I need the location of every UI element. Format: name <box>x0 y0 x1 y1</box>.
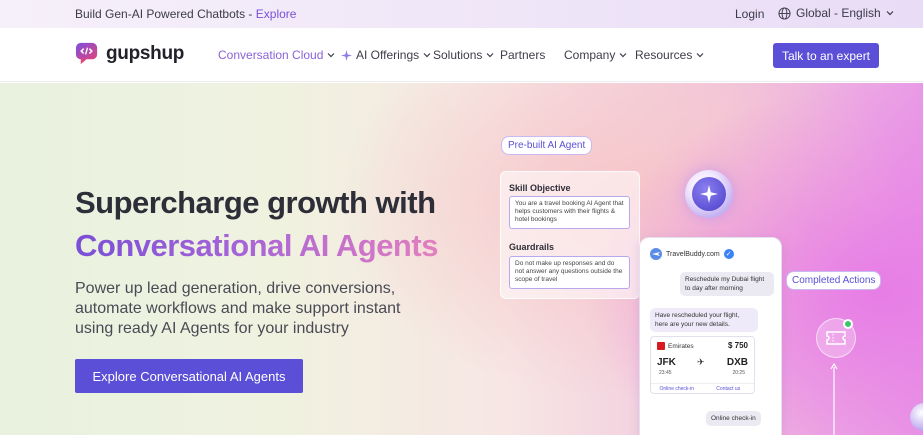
main-nav: gupshup Conversation Cloud AI Offerings … <box>0 28 923 82</box>
completed-actions-pill: Completed Actions <box>786 271 882 290</box>
arrival-time: 20:25 <box>732 370 745 376</box>
nav-solutions-label: Solutions <box>433 48 483 62</box>
guardrails-label: Guardrails <box>509 242 555 252</box>
announcement: Build Gen-AI Powered Chatbots - Explore <box>75 7 296 21</box>
explore-agents-button[interactable]: Explore Conversational AI Agents <box>75 359 303 393</box>
guardrails-text: Do not make up responses and do not answ… <box>509 256 630 289</box>
chat-phone-mockup: TravelBuddy.com ✓ Reschedule my Dubai fl… <box>639 237 782 435</box>
talk-to-expert-button[interactable]: Talk to an expert <box>773 43 879 68</box>
nav-ai-offerings-label: AI Offerings <box>356 48 420 62</box>
nav-ai-offerings[interactable]: AI Offerings <box>341 48 431 62</box>
agent-config-card: Skill Objective You are a travel booking… <box>500 171 640 299</box>
bot-message: Have rescheduled your flight, here are y… <box>650 308 758 332</box>
emirates-logo-icon <box>657 342 665 350</box>
nav-resources[interactable]: Resources <box>635 48 704 62</box>
sparkle-icon <box>341 49 352 61</box>
globe-icon <box>778 6 791 20</box>
gupshup-logo-icon <box>75 42 98 65</box>
logo-text: gupshup <box>106 42 185 64</box>
nav-conversation-cloud[interactable]: Conversation Cloud <box>218 48 335 62</box>
nav-conversation-cloud-label: Conversation Cloud <box>218 48 324 62</box>
airline: Emirates <box>657 342 694 350</box>
user-message: Reschedule my Dubai flight to day after … <box>680 272 774 296</box>
nav-resources-label: Resources <box>635 48 693 62</box>
origin-code: JFK <box>657 357 676 368</box>
contact-name: TravelBuddy.com <box>666 250 720 258</box>
ticket-icon <box>826 331 846 345</box>
nav-solutions[interactable]: Solutions <box>433 48 494 62</box>
hero-section: Supercharge growth with Conversational A… <box>0 83 923 435</box>
contact-avatar <box>650 248 662 260</box>
chevron-down-icon <box>327 53 335 58</box>
ai-sparkle-orb <box>685 170 733 218</box>
hero-heading-line1: Supercharge growth with <box>75 185 436 220</box>
verified-check-icon: ✓ <box>723 249 734 259</box>
region-label: Global - English <box>796 6 881 20</box>
destination-code: DXB <box>726 357 748 368</box>
skill-objective-label: Skill Objective <box>509 183 571 193</box>
nav-company[interactable]: Company <box>564 48 627 62</box>
logo[interactable]: gupshup <box>75 41 184 66</box>
chat-launcher-button[interactable] <box>910 403 923 431</box>
chevron-down-icon <box>886 11 894 16</box>
login-link[interactable]: Login <box>735 7 764 21</box>
chevron-down-icon <box>486 53 494 58</box>
flight-ticket-card: Emirates $ 750 JFK ✈ DXB 23:45 20:25 Onl… <box>650 336 755 394</box>
ticket-action-badge <box>816 318 856 358</box>
chat-header: TravelBuddy.com ✓ <box>650 248 734 260</box>
chevron-down-icon <box>423 53 431 58</box>
prebuilt-agent-pill: Pre-built AI Agent <box>501 136 593 155</box>
hero-subtext: Power up lead generation, drive conversi… <box>75 280 401 337</box>
plane-icon <box>652 252 660 256</box>
departure-time: 23:45 <box>659 370 672 376</box>
region-selector[interactable]: Global - English <box>778 6 894 20</box>
sparkle-icon <box>700 185 718 203</box>
flight-plane-icon: ✈ <box>697 357 705 367</box>
nav-partners[interactable]: Partners <box>500 48 545 62</box>
announcement-explore-link[interactable]: Explore <box>256 7 297 21</box>
airline-name: Emirates <box>668 342 694 350</box>
chevron-down-icon <box>619 53 627 58</box>
chevron-down-icon <box>696 53 704 58</box>
nav-company-label: Company <box>564 48 616 62</box>
announcement-bar: Build Gen-AI Powered Chatbots - Explore … <box>0 0 923 28</box>
announcement-text: Build Gen-AI Powered Chatbots - <box>75 7 256 21</box>
hero-heading-line2: Conversational AI Agents <box>75 228 438 263</box>
flow-arrow-icon <box>830 363 838 435</box>
user-reply: Online check-in <box>706 411 761 426</box>
status-dot <box>843 319 853 329</box>
ticket-actions: Online check-in Contact us <box>651 383 754 393</box>
skill-objective-text: You are a travel booking AI Agent that h… <box>509 196 630 229</box>
nav-partners-label: Partners <box>500 48 546 62</box>
contact-us-link[interactable]: Contact us <box>703 384 755 393</box>
online-checkin-link[interactable]: Online check-in <box>651 384 703 393</box>
ticket-price: $ 750 <box>727 341 748 350</box>
